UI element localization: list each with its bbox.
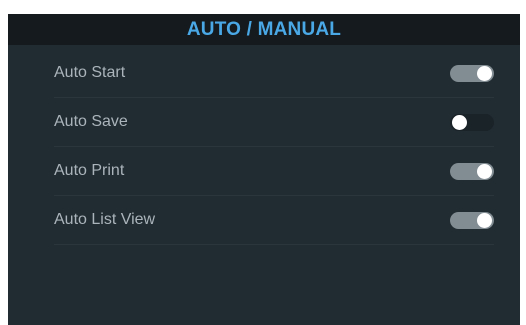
setting-row-auto-list-view: Auto List View <box>54 196 494 245</box>
auto-start-toggle[interactable] <box>450 64 494 82</box>
auto-list-view-toggle[interactable] <box>450 211 494 229</box>
panel-header: AUTO / MANUAL <box>8 14 520 45</box>
auto-manual-panel: AUTO / MANUAL Auto Start Auto Save Auto … <box>8 14 520 325</box>
toggle-knob <box>452 114 467 130</box>
setting-row-auto-print: Auto Print <box>54 147 494 196</box>
setting-row-auto-start: Auto Start <box>54 49 494 98</box>
toggle-knob <box>477 65 492 81</box>
setting-label-auto-list-view: Auto List View <box>54 211 156 228</box>
panel-title: AUTO / MANUAL <box>186 18 342 40</box>
setting-label-auto-start: Auto Start <box>54 64 126 81</box>
settings-list: Auto Start Auto Save Auto Print Auto Lis… <box>54 49 494 245</box>
toggle-knob <box>477 163 492 179</box>
setting-row-auto-save: Auto Save <box>54 98 494 147</box>
setting-label-auto-save: Auto Save <box>54 113 128 130</box>
toggle-knob <box>477 212 492 228</box>
setting-label-auto-print: Auto Print <box>54 162 125 179</box>
auto-save-toggle[interactable] <box>450 113 494 131</box>
auto-print-toggle[interactable] <box>450 162 494 180</box>
